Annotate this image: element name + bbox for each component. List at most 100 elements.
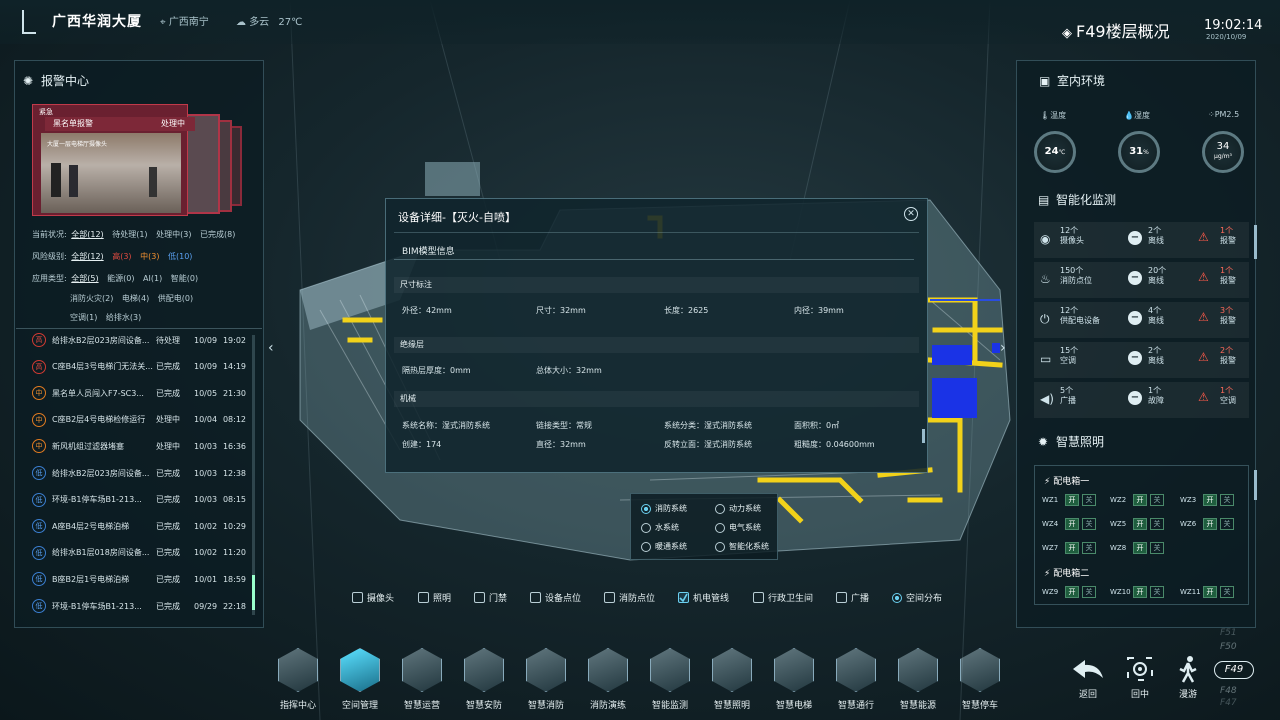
radio-fire-system[interactable]: 消防系统 [641, 503, 687, 514]
roam-button[interactable]: 漫游 [1168, 655, 1208, 700]
switch-off-button[interactable]: 关 [1220, 586, 1234, 598]
monitor-row[interactable]: ▭ 15个 空调 −2个 离线 ⚠ 2个 报警 [1034, 342, 1249, 378]
switch-off-button[interactable]: 关 [1150, 586, 1164, 598]
switch-on-button[interactable]: 开 [1203, 494, 1217, 506]
monitor-row[interactable]: ◉ 12个 摄像头 −2个 离线 ⚠ 1个 报警 [1034, 222, 1249, 258]
alarm-row[interactable]: 中 C座B2层4号电梯检修运行 处理中 10/04 08:12 [32, 408, 254, 432]
dialog-scrollbar[interactable] [922, 429, 925, 443]
floor-f48[interactable]: F48 [1220, 686, 1237, 696]
switch-on-button[interactable]: 开 [1133, 542, 1147, 554]
filter-status-done[interactable]: 已完成(8) [200, 230, 235, 239]
scene-prev-arrow[interactable]: ‹ [268, 340, 274, 356]
monitor-row[interactable]: ◀) 5个 广播 −1个 故障 ⚠ 1个 空调 [1034, 382, 1249, 418]
radio-power-system[interactable]: 动力系统 [715, 503, 761, 514]
nav-item[interactable]: 智慧通行 [826, 648, 886, 718]
nav-item[interactable]: 空间管理 [330, 648, 390, 718]
filter-type-energy[interactable]: 能源(0) [107, 274, 134, 283]
switch-on-button[interactable]: 开 [1133, 494, 1147, 506]
nav-item[interactable]: 智慧消防 [516, 648, 576, 718]
switch-off-button[interactable]: 关 [1150, 518, 1164, 530]
alarm-row[interactable]: 低 B座B2层1号电梯泊梯 已完成 10/01 18:59 [32, 567, 254, 591]
floor-f51[interactable]: F51 [1220, 628, 1237, 638]
filter-type-hvac[interactable]: 空调(1) [70, 313, 97, 322]
filter-type-smart[interactable]: 智能(0) [171, 274, 198, 283]
layer-toggle[interactable]: 机电管线 [678, 591, 729, 604]
radio-smart-system[interactable]: 智能化系统 [715, 541, 769, 552]
switch-on-button[interactable]: 开 [1203, 518, 1217, 530]
switch-on-button[interactable]: 开 [1065, 586, 1079, 598]
filter-type-fire[interactable]: 消防火灾(2) [70, 294, 113, 303]
monitor-row[interactable]: ⏻ 12个 供配电设备 −4个 离线 ⚠ 3个 报警 [1034, 302, 1249, 338]
layer-toggle[interactable]: 摄像头 [352, 591, 394, 604]
nav-item[interactable]: 智慧安防 [454, 648, 514, 718]
scene-next-arrow[interactable]: › [1000, 340, 1006, 356]
alarm-row[interactable]: 高给排水B2层023房间设备... 待处理 10/09 19:02 [32, 328, 254, 352]
filter-type-elevator[interactable]: 电梯(4) [122, 294, 149, 303]
nav-item[interactable]: 智慧运营 [392, 648, 452, 718]
alarm-list-scrollbar[interactable] [252, 335, 255, 615]
nav-item[interactable]: 智慧电梯 [764, 648, 824, 718]
switch-off-button[interactable]: 关 [1150, 542, 1164, 554]
filter-status-all[interactable]: 全部(12) [71, 230, 103, 239]
alarm-row[interactable]: 低给排水B1层018房间设备... 已完成 10/02 11:20 [32, 541, 254, 565]
layer-toggle[interactable]: 行政卫生间 [753, 591, 813, 604]
switch-on-button[interactable]: 开 [1203, 586, 1217, 598]
monitor-scrollbar[interactable] [1254, 225, 1257, 259]
layer-toggle[interactable]: 照明 [418, 591, 451, 604]
nav-item[interactable]: 消防演练 [578, 648, 638, 718]
switch-off-button[interactable]: 关 [1082, 542, 1096, 554]
radio-hvac-system[interactable]: 暖通系统 [641, 541, 687, 552]
switch-off-button[interactable]: 关 [1082, 494, 1096, 506]
switch-on-button[interactable]: 开 [1133, 518, 1147, 530]
filter-risk-all[interactable]: 全部(12) [71, 252, 103, 261]
filter-type-ai[interactable]: AI(1) [143, 274, 162, 283]
switch-off-button[interactable]: 关 [1220, 518, 1234, 530]
nav-item[interactable]: 智慧照明 [702, 648, 762, 718]
nav-item[interactable]: 指挥中心 [268, 648, 328, 718]
filter-risk-mid[interactable]: 中(3) [140, 252, 159, 261]
nav-item[interactable]: 智能监测 [640, 648, 700, 718]
radio-water-system[interactable]: 水系统 [641, 522, 679, 533]
alarm-row[interactable]: 中新风机组过滤器堵塞 处理中 10/03 16:36 [32, 434, 254, 458]
alarm-row[interactable]: 低 A座B4层2号电梯泊梯 已完成 10/02 10:29 [32, 514, 254, 538]
switch-on-button[interactable]: 开 [1065, 542, 1079, 554]
filter-type-power[interactable]: 供配电(0) [158, 294, 193, 303]
filter-type-all[interactable]: 全部(5) [71, 274, 98, 283]
alarm-row[interactable]: 高 C座B4层3号电梯门无法关... 已完成 10/09 14:19 [32, 355, 254, 379]
filter-type-water[interactable]: 给排水(3) [106, 313, 141, 322]
floor-f47[interactable]: F47 [1220, 698, 1237, 708]
monitor-row[interactable]: ♨ 150个 消防点位 −20个 离线 ⚠ 1个 报警 [1034, 262, 1249, 298]
nav-item[interactable]: 智慧停车 [950, 648, 1010, 718]
switch-off-button[interactable]: 关 [1150, 494, 1164, 506]
alarm-row[interactable]: 低环境-B1停车场B1-213... 已完成 09/29 22:18 [32, 594, 254, 618]
switch-on-button[interactable]: 开 [1133, 586, 1147, 598]
filter-risk-low[interactable]: 低(10) [168, 252, 192, 261]
tab-bim-info[interactable]: BIM模型信息 [402, 244, 455, 257]
filter-status-processing[interactable]: 处理中(3) [156, 230, 191, 239]
switch-off-button[interactable]: 关 [1082, 586, 1096, 598]
layer-toggle[interactable]: 空间分布 [892, 591, 942, 604]
radio-electric-system[interactable]: 电气系统 [715, 522, 761, 533]
close-icon[interactable]: ✕ [904, 207, 918, 221]
switch-off-button[interactable]: 关 [1220, 494, 1234, 506]
back-button[interactable]: 返回 [1068, 655, 1108, 700]
layer-toggle[interactable]: 广播 [836, 591, 869, 604]
layer-toggle[interactable]: 消防点位 [604, 591, 655, 604]
floor-selector[interactable]: F51 F50 F49 F48 F47 [1212, 628, 1262, 708]
lighting-scrollbar[interactable] [1254, 470, 1257, 500]
alarm-row[interactable]: 低环境-B1停车场B1-213... 已完成 10/03 08:15 [32, 488, 254, 512]
nav-item[interactable]: 智慧能源 [888, 648, 948, 718]
filter-risk-high[interactable]: 高(3) [112, 252, 131, 261]
layer-toggle[interactable]: 设备点位 [530, 591, 581, 604]
alarm-row[interactable]: 中黑名单人员闯入F7-SC3... 已完成 10/05 21:30 [32, 381, 254, 405]
camera-stack[interactable]: 紧急 黑名单报警 处理中 大厦一层电梯厅摄像头 [32, 104, 242, 216]
switch-on-button[interactable]: 开 [1065, 518, 1079, 530]
layer-toggle[interactable]: 门禁 [474, 591, 507, 604]
floor-f49[interactable]: F49 [1214, 661, 1254, 679]
switch-on-button[interactable]: 开 [1065, 494, 1079, 506]
filter-status-pending[interactable]: 待处理(1) [112, 230, 147, 239]
switch-off-button[interactable]: 关 [1082, 518, 1096, 530]
floor-f50[interactable]: F50 [1220, 642, 1237, 652]
camera-feed[interactable]: 大厦一层电梯厅摄像头 [41, 133, 181, 213]
alarm-row[interactable]: 低给排水B2层023房间设备... 已完成 10/03 12:38 [32, 461, 254, 485]
